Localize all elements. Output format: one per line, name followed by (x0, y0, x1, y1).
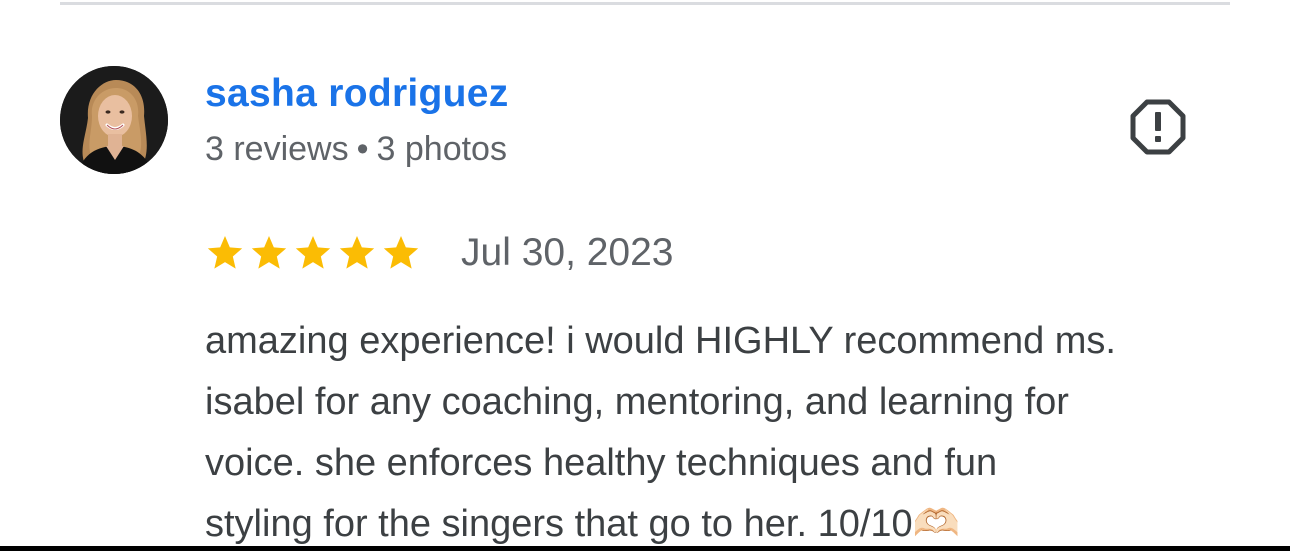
report-review-button[interactable] (1126, 95, 1190, 159)
star-rating (205, 233, 421, 273)
star-icon (251, 236, 287, 269)
review-card: sasha rodriguez 3 reviews • 3 photos Jul 3… (0, 0, 1290, 551)
star-icon (339, 236, 375, 269)
meta-separator: • (356, 130, 369, 168)
author-stats: 3 reviews • 3 photos (205, 128, 507, 170)
star-icon (207, 236, 243, 269)
review-text-line: styling for the singers that go to her. … (205, 503, 960, 545)
review-text-line: voice. she enforces healthy techniques a… (205, 442, 998, 484)
review-text-line: amazing experience! i would HIGHLY recom… (205, 320, 1116, 362)
review-text-line: isabel for any coaching, mentoring, and … (205, 381, 1069, 423)
divider (60, 2, 1230, 5)
star-icon (295, 236, 331, 269)
review-date: Jul 30, 2023 (461, 231, 674, 274)
rating-row: Jul 30, 2023 (205, 228, 674, 278)
avatar[interactable] (60, 66, 168, 174)
review-text: amazing experience! i would HIGHLY recom… (205, 311, 1255, 551)
photos-count: 3 photos (376, 130, 507, 168)
star-icon (383, 236, 419, 269)
reviews-count: 3 reviews (205, 130, 349, 168)
report-octagon-icon (1130, 99, 1186, 155)
avatar-photo-icon (60, 66, 168, 174)
bottom-edge (0, 546, 1290, 551)
author-name-link[interactable]: sasha rodriguez (205, 70, 509, 118)
